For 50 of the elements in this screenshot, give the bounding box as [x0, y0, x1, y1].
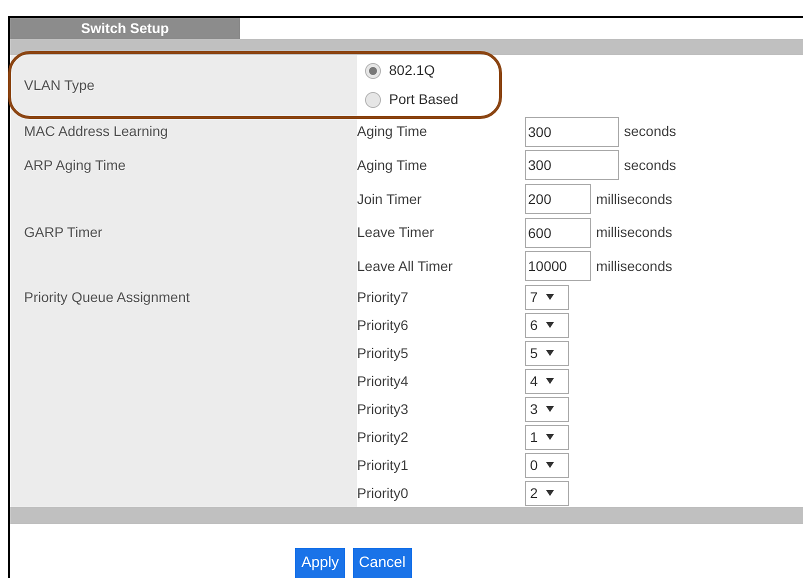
setting-label: GARP Timer	[24, 223, 102, 242]
caret-icon	[546, 406, 554, 412]
cancel-button[interactable]: Cancel	[352, 548, 412, 578]
radio-label: 802.1Q	[389, 61, 435, 80]
setting-label: VLAN Type	[24, 76, 95, 95]
field-label: Priority4	[357, 372, 410, 391]
caret-icon	[546, 434, 554, 440]
input-field[interactable]: 200	[525, 184, 591, 214]
input-field[interactable]: 300	[525, 150, 619, 180]
unit-label: seconds	[624, 156, 676, 175]
dropdown[interactable]: 4	[525, 368, 569, 394]
input-field[interactable]: 10000	[525, 251, 591, 282]
field-label: Priority0	[357, 484, 410, 503]
dropdown[interactable]: 0	[525, 452, 569, 478]
caret-icon	[546, 322, 554, 328]
setting-label: Priority Queue Assignment	[24, 288, 190, 308]
input-field[interactable]: 300	[525, 116, 619, 147]
field-label: Priority1	[357, 456, 410, 475]
radio-label: Port Based	[389, 90, 458, 110]
caret-icon	[546, 294, 554, 300]
unit-label: seconds	[624, 122, 676, 142]
field-label: Priority3	[357, 400, 410, 419]
field-label: Priority5	[357, 344, 410, 363]
radio-button[interactable]	[365, 92, 381, 108]
field-label: Priority2	[357, 428, 410, 447]
field-label: Aging Time	[357, 122, 428, 142]
unit-label: milliseconds	[596, 190, 672, 209]
setting-label: ARP Aging Time	[24, 156, 126, 175]
dropdown[interactable]: 2	[525, 480, 569, 506]
dropdown[interactable]: 5	[525, 340, 569, 366]
caret-icon	[546, 378, 554, 384]
caret-icon	[546, 490, 554, 496]
field-label: Leave All Timer	[357, 256, 454, 276]
dropdown[interactable]: 1	[525, 424, 569, 450]
apply-button[interactable]: Apply	[295, 548, 345, 578]
caret-icon	[546, 350, 554, 356]
field-label: Join Timer	[357, 190, 423, 209]
unit-label: milliseconds	[596, 256, 672, 276]
setting-label: MAC Address Learning	[24, 122, 168, 142]
dropdown[interactable]: 3	[525, 396, 569, 422]
input-field[interactable]: 600	[525, 218, 591, 248]
field-label: Priority6	[357, 316, 410, 335]
dropdown[interactable]: 7	[525, 284, 569, 310]
field-label: Leave Timer	[357, 223, 436, 242]
unit-label: milliseconds	[596, 223, 672, 242]
caret-icon	[546, 462, 554, 468]
field-label: Aging Time	[357, 156, 428, 175]
radio-button[interactable]	[365, 62, 381, 79]
field-label: Priority7	[357, 288, 410, 307]
dropdown[interactable]: 6	[525, 312, 569, 338]
